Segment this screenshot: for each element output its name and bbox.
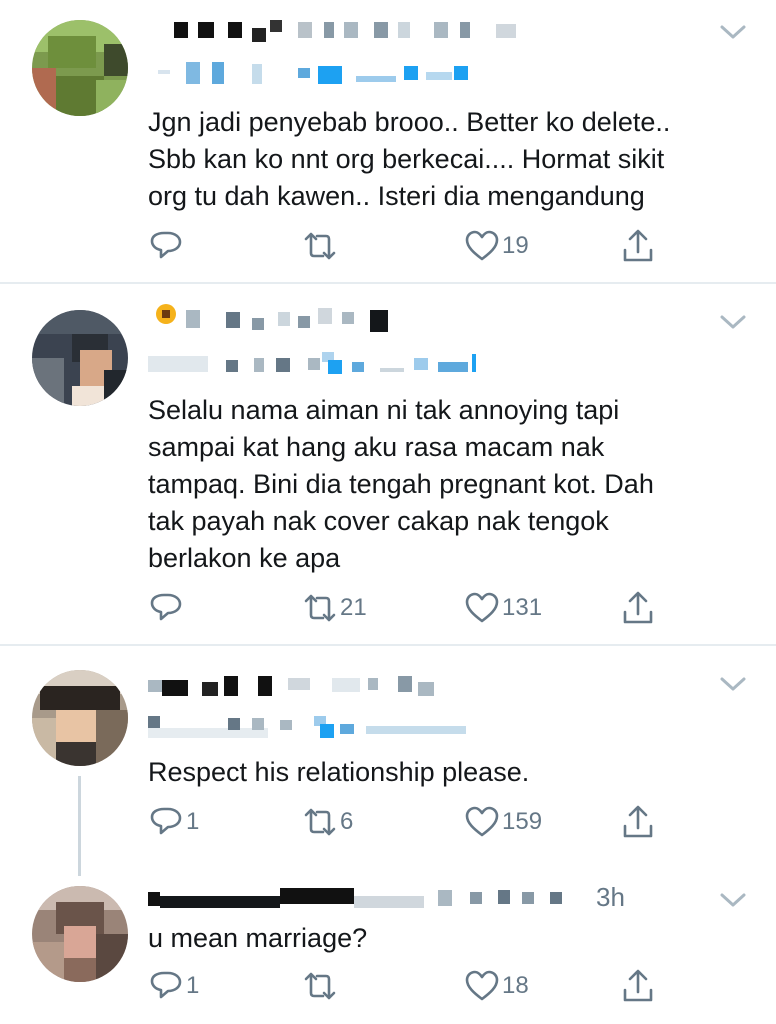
like-button[interactable]: 159 xyxy=(464,802,542,842)
share-icon xyxy=(623,229,653,262)
share-button[interactable] xyxy=(620,802,656,842)
like-count: 131 xyxy=(502,594,543,621)
avatar[interactable] xyxy=(32,886,128,982)
reply-count: 1 xyxy=(186,808,200,835)
heart-icon xyxy=(465,970,499,1001)
display-name-redacted[interactable] xyxy=(148,18,548,46)
avatar[interactable] xyxy=(32,670,128,766)
tweet[interactable]: 3h u mean marriage? 1 18 xyxy=(0,876,776,1024)
tweet-actions: 1 6 159 xyxy=(148,802,688,842)
retweet-count: 6 xyxy=(340,808,354,835)
tweet-text-line: berlakon ke apa xyxy=(148,543,341,573)
share-button[interactable] xyxy=(620,966,656,1006)
retweet-icon xyxy=(304,232,336,260)
tweet-actions: 19 xyxy=(148,226,688,266)
reply-button[interactable]: 1 xyxy=(148,802,199,842)
retweet-button[interactable] xyxy=(302,226,340,266)
retweet-icon xyxy=(304,972,336,1000)
reply-button[interactable] xyxy=(148,226,186,266)
tweet-actions: 1 18 xyxy=(148,966,688,1006)
share-icon xyxy=(623,805,653,838)
tweet-text-line: u mean marriage? xyxy=(148,923,368,953)
tweet-text-line: tak payah nak cover cakap nak tengok xyxy=(148,506,609,536)
display-name-redacted[interactable] xyxy=(148,672,468,700)
thread-line xyxy=(78,776,81,876)
tweet-text-line: Sbb kan ko nnt org berkecai.... Hormat s… xyxy=(148,144,665,174)
chevron-down-icon[interactable] xyxy=(718,674,748,694)
handle-redacted[interactable] xyxy=(148,62,488,86)
tweet[interactable]: Respect his relationship please. 1 6 159 xyxy=(0,646,776,876)
share-icon xyxy=(623,591,653,624)
heart-icon xyxy=(465,230,499,261)
avatar[interactable] xyxy=(32,20,128,116)
tweet-text-line: Selalu nama aiman ni tak annoying tapi xyxy=(148,395,620,425)
share-button[interactable] xyxy=(620,226,656,266)
heart-icon xyxy=(465,806,499,837)
display-name-redacted[interactable] xyxy=(148,304,448,332)
reply-icon xyxy=(150,593,182,621)
reply-icon xyxy=(150,971,182,999)
tweet-text-line: tampaq. Bini dia tengah pregnant kot. Da… xyxy=(148,469,654,499)
tweet-text-line: org tu dah kawen.. Isteri dia mengandung xyxy=(148,181,645,211)
avatar[interactable] xyxy=(32,310,128,406)
handle-redacted[interactable] xyxy=(148,716,488,740)
tweet-actions: 21 131 xyxy=(148,588,688,628)
like-count: 19 xyxy=(502,232,529,259)
like-button[interactable]: 18 xyxy=(464,966,529,1006)
handle-redacted[interactable] xyxy=(148,352,488,376)
tweet-text-line: Jgn jadi penyebab brooo.. Better ko dele… xyxy=(148,107,671,137)
tweet-timestamp[interactable]: 3h xyxy=(596,882,625,913)
tweet-text: Selalu nama aiman ni tak annoying tapi s… xyxy=(148,392,748,577)
retweet-icon xyxy=(304,808,336,836)
tweet-text: u mean marriage? xyxy=(148,920,748,957)
share-icon xyxy=(623,969,653,1002)
tweet[interactable]: Selalu nama aiman ni tak annoying tapi s… xyxy=(0,284,776,644)
tweet-text: Jgn jadi penyebab brooo.. Better ko dele… xyxy=(148,104,748,215)
share-button[interactable] xyxy=(620,588,656,628)
reply-button[interactable]: 1 xyxy=(148,966,199,1006)
display-name-redacted[interactable] xyxy=(148,884,578,912)
tweet-text-line: sampai kat hang aku rasa macam nak xyxy=(148,432,605,462)
like-count: 18 xyxy=(502,972,529,999)
tweet[interactable]: Jgn jadi penyebab brooo.. Better ko dele… xyxy=(0,0,776,282)
chevron-down-icon[interactable] xyxy=(718,22,748,42)
retweet-icon xyxy=(304,594,336,622)
retweet-count: 21 xyxy=(340,594,367,621)
reply-count: 1 xyxy=(186,972,200,999)
reply-button[interactable] xyxy=(148,588,186,628)
reply-icon xyxy=(150,231,182,259)
reply-icon xyxy=(150,807,182,835)
tweet-text-line: Respect his relationship please. xyxy=(148,757,530,787)
retweet-button[interactable] xyxy=(302,966,340,1006)
heart-icon xyxy=(465,592,499,623)
tweet-text: Respect his relationship please. xyxy=(148,754,748,791)
chevron-down-icon[interactable] xyxy=(718,312,748,332)
like-count: 159 xyxy=(502,808,543,835)
retweet-button[interactable]: 21 xyxy=(302,588,367,628)
like-button[interactable]: 131 xyxy=(464,588,542,628)
retweet-button[interactable]: 6 xyxy=(302,802,353,842)
like-button[interactable]: 19 xyxy=(464,226,529,266)
chevron-down-icon[interactable] xyxy=(718,890,748,910)
